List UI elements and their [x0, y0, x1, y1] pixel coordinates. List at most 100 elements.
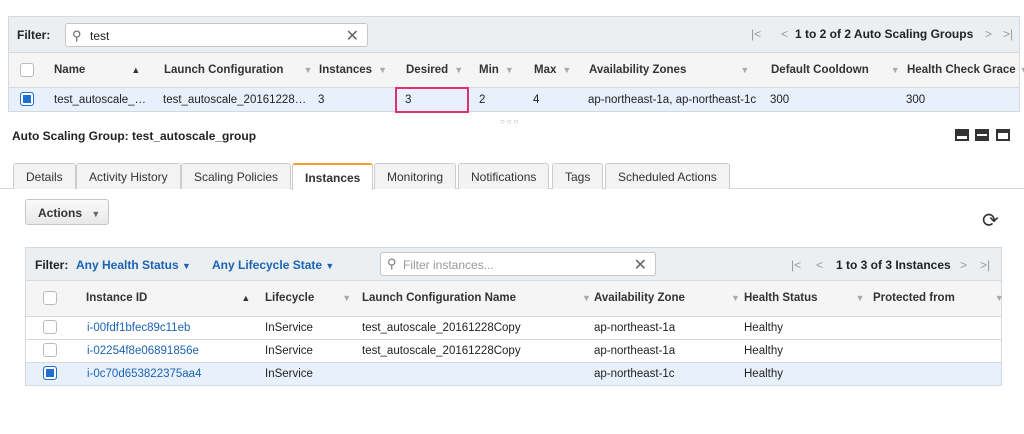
chevron-down-icon: ▼ — [182, 261, 191, 271]
first-page-icon[interactable]: |< — [751, 27, 761, 41]
col-desired[interactable]: Desired ▼ — [406, 64, 463, 76]
asg-table-row[interactable]: test_autoscale_… test_autoscale_20161228… — [8, 88, 1020, 112]
prev-page-icon[interactable]: < — [816, 258, 823, 272]
row-checkbox[interactable] — [43, 343, 57, 357]
select-all-checkbox[interactable] — [20, 63, 34, 77]
last-page-icon[interactable]: >| — [1003, 27, 1013, 41]
search-icon: ⚲ — [72, 28, 82, 43]
chevron-down-icon: ▼ — [325, 261, 335, 271]
col-availability-zones[interactable]: Availability Zones ▼ — [589, 64, 749, 76]
view-split-icon[interactable] — [975, 129, 989, 141]
row-checkbox[interactable] — [43, 366, 57, 380]
asg-cooldown-cell: 300 — [770, 94, 790, 106]
instance-row-selected[interactable]: i-0c70d653822375aa4 InService ap-northea… — [25, 363, 1002, 386]
actions-button[interactable]: Actions ▼ — [25, 199, 109, 225]
col-health-check-grace[interactable]: Health Check Grace▼ — [907, 64, 1024, 76]
lifecycle-cell: InService — [265, 345, 313, 357]
tab-details[interactable]: Details — [13, 163, 76, 189]
asg-max-cell: 4 — [533, 94, 540, 106]
chevron-down-icon: ▼ — [855, 293, 865, 303]
desired-highlight-box — [395, 87, 469, 113]
tab-tags[interactable]: Tags — [552, 163, 604, 189]
lifecycle-cell: InService — [265, 368, 313, 380]
instances-table-header: Instance ID ▲ Lifecycle ▼ Launch Configura… — [25, 281, 1004, 317]
asg-name-cell: test_autoscale_… — [54, 94, 147, 106]
instance-id-link[interactable]: i-02254f8e06891856e — [87, 345, 199, 357]
col-protected-from[interactable]: Protected from ▼ — [873, 292, 1004, 304]
chevron-down-icon: ▼ — [730, 293, 740, 303]
instances-filter-label: Filter: — [35, 258, 69, 272]
launch-config-cell: test_autoscale_20161228Copy — [362, 345, 521, 357]
asg-table-header: Name ▲ Launch Configuration ▼ Instances ▼ D… — [8, 52, 1024, 88]
col-default-cooldown[interactable]: Default Cooldown ▼ — [771, 64, 900, 76]
next-page-icon[interactable]: > — [960, 258, 967, 272]
first-page-icon[interactable]: |< — [791, 258, 801, 272]
tab-notifications[interactable]: Notifications — [458, 163, 550, 189]
col-min[interactable]: Min ▼ — [479, 64, 514, 76]
instance-row[interactable]: i-02254f8e06891856e InService test_autos… — [25, 340, 1002, 363]
asg-filter-bar: Filter: ⚲ test ✕ |< < 1 to 2 of 2 Auto S… — [8, 16, 1020, 52]
health-cell: Healthy — [744, 368, 783, 380]
col-instances[interactable]: Instances ▼ — [319, 64, 387, 76]
last-page-icon[interactable]: >| — [980, 258, 990, 272]
zone-cell: ap-northeast-1c — [594, 368, 675, 380]
col-lifecycle[interactable]: Lifecycle ▼ — [265, 292, 351, 304]
instance-id-link[interactable]: i-0c70d653822375aa4 — [87, 368, 201, 380]
chevron-down-icon: ▼ — [994, 293, 1004, 303]
tab-scaling-policies[interactable]: Scaling Policies — [181, 163, 292, 189]
chevron-down-icon: ▼ — [91, 209, 101, 219]
zone-cell: ap-northeast-1a — [594, 322, 676, 334]
view-bottom-icon[interactable] — [955, 129, 969, 141]
row-checkbox[interactable] — [43, 320, 57, 334]
asg-min-cell: 2 — [479, 94, 486, 106]
col-max[interactable]: Max ▼ — [534, 64, 571, 76]
health-cell: Healthy — [744, 345, 783, 357]
tab-instances[interactable]: Instances — [292, 163, 374, 190]
lifecycle-cell: InService — [265, 322, 313, 334]
col-launch-config[interactable]: Launch Configuration ▼ — [164, 64, 312, 76]
detail-tabs: Details Activity History Scaling Policie… — [0, 163, 1024, 190]
health-status-dropdown[interactable]: Any Health Status ▼ — [76, 258, 191, 272]
view-full-icon[interactable] — [996, 129, 1010, 141]
sort-asc-icon: ▲ — [131, 65, 141, 75]
tab-activity-history[interactable]: Activity History — [76, 163, 181, 189]
chevron-down-icon: ▼ — [890, 65, 900, 75]
col-instance-id[interactable]: Instance ID ▲ — [86, 292, 250, 304]
prev-page-icon[interactable]: < — [781, 27, 788, 41]
instance-id-link[interactable]: i-00fdf1bfec89c11eb — [87, 322, 190, 334]
asg-zones-cell: ap-northeast-1a, ap-northeast-1c — [588, 94, 757, 106]
instances-search-input[interactable]: ⚲ Filter instances... ✕ — [380, 252, 656, 276]
detail-title: Auto Scaling Group: test_autoscale_group — [12, 129, 257, 143]
chevron-down-icon: ▼ — [378, 65, 387, 75]
tab-scheduled-actions[interactable]: Scheduled Actions — [605, 163, 730, 189]
asg-pager-text: 1 to 2 of 2 Auto Scaling Groups — [795, 27, 974, 41]
asg-instances-cell: 3 — [318, 94, 325, 106]
health-cell: Healthy — [744, 322, 783, 334]
col-health-status[interactable]: Health Status ▼ — [744, 292, 864, 304]
col-name[interactable]: Name ▲ — [54, 64, 140, 76]
clear-search-icon[interactable]: ✕ — [634, 255, 647, 275]
clear-search-icon[interactable]: ✕ — [346, 26, 359, 46]
instance-row[interactable]: i-00fdf1bfec89c11eb InService test_autos… — [25, 317, 1002, 340]
filter-label: Filter: — [17, 28, 51, 42]
search-icon: ⚲ — [387, 256, 397, 271]
asg-grace-cell: 300 — [906, 94, 926, 106]
instances-filter-bar: Filter: Any Health Status ▼ Any Lifecycl… — [25, 247, 1002, 281]
resize-handle[interactable]: ○○○ — [500, 117, 521, 126]
instances-search-placeholder: Filter instances... — [403, 258, 494, 272]
lifecycle-state-dropdown[interactable]: Any Lifecycle State ▼ — [212, 258, 334, 272]
next-page-icon[interactable]: > — [985, 27, 992, 41]
refresh-icon[interactable]: ⟳ — [982, 208, 999, 233]
col-availability-zone[interactable]: Availability Zone ▼ — [594, 292, 740, 304]
chevron-down-icon: ▼ — [740, 65, 750, 75]
select-all-instances-checkbox[interactable] — [43, 291, 57, 305]
chevron-down-icon: ▼ — [562, 65, 572, 75]
chevron-down-icon: ▼ — [581, 293, 591, 303]
row-checkbox[interactable] — [20, 92, 34, 106]
col-launch-config-name[interactable]: Launch Configuration Name ▼ — [362, 292, 591, 304]
launch-config-cell: test_autoscale_20161228Copy — [362, 322, 521, 334]
asg-search-input[interactable]: ⚲ test ✕ — [65, 23, 368, 47]
asg-launch-config-cell: test_autoscale_20161228… — [163, 94, 307, 106]
chevron-down-icon: ▼ — [342, 293, 352, 303]
tab-monitoring[interactable]: Monitoring — [374, 163, 457, 189]
